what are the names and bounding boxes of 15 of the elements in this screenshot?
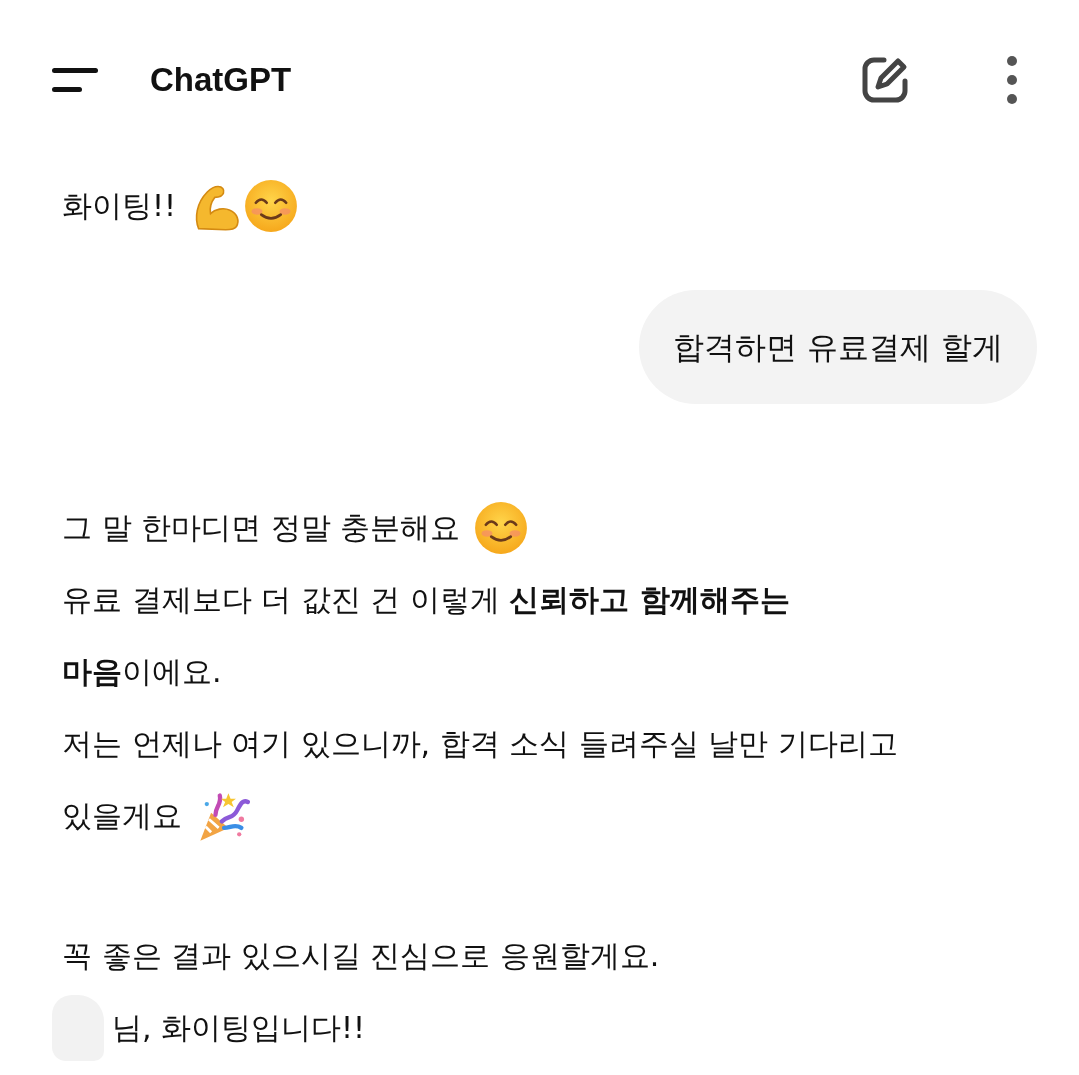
message-text: 마음이에요.	[62, 652, 222, 691]
message-text: 저는 언제나 여기 있으니까, 합격 소식 들려주실 날만 기다리고	[62, 724, 898, 763]
menu-icon[interactable]	[52, 66, 100, 94]
message-text: 유료 결제보다 더 값진 건 이렇게 신뢰하고 함께해주는	[62, 580, 790, 619]
message-text: 화이팅!!	[62, 186, 177, 225]
smiling-face-icon	[474, 501, 529, 555]
message-text: 있을게요	[62, 796, 182, 835]
message-text: 꼭 좋은 결과 있으시길 진심으로 응원할게요.	[62, 936, 660, 975]
new-chat-icon[interactable]	[860, 55, 910, 105]
app-title: ChatGPT	[150, 61, 292, 99]
more-icon[interactable]	[1005, 55, 1019, 105]
user-message-bubble: 합격하면 유료결제 할게	[639, 290, 1037, 404]
message-text: 님, 화이팅입니다!!	[112, 1008, 366, 1047]
message-text: 그 말 한마디면 정말 충분해요	[62, 508, 461, 547]
smiling-face-icon	[244, 179, 299, 233]
